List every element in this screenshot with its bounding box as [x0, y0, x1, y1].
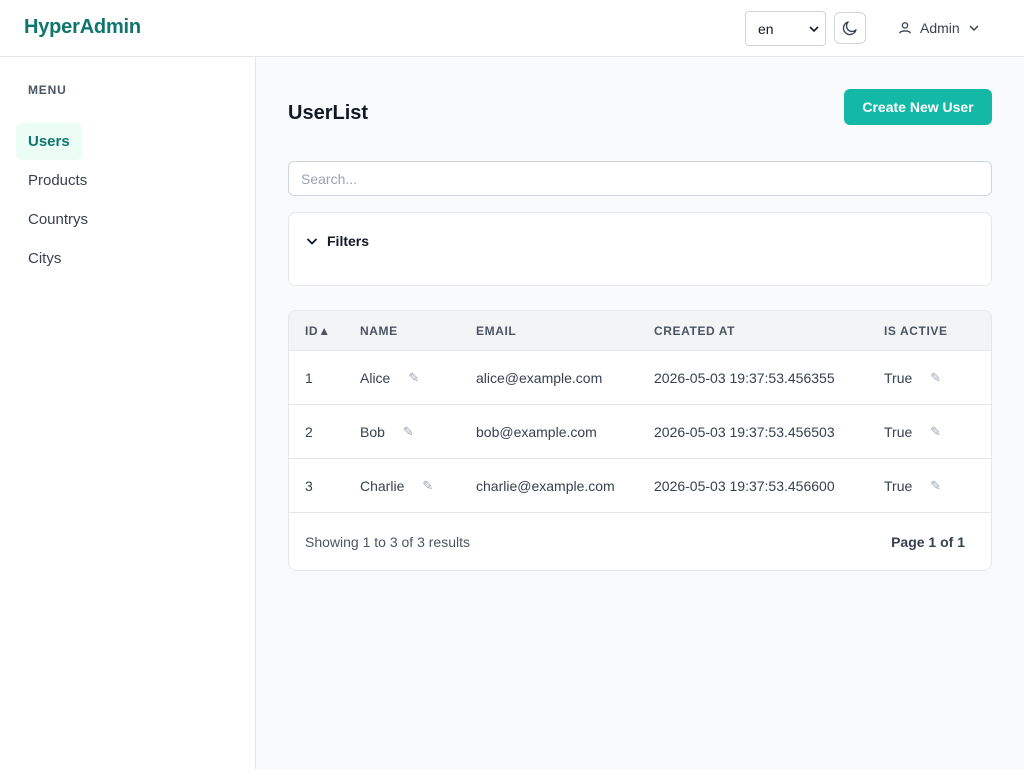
- column-header-name[interactable]: NAME: [360, 324, 398, 338]
- pencil-icon[interactable]: ✎: [930, 424, 941, 440]
- sidebar-item-citys[interactable]: Citys: [16, 240, 73, 277]
- filters-label: Filters: [327, 233, 370, 249]
- column-header-is-active[interactable]: IS ACTIVE: [884, 324, 948, 338]
- user-menu[interactable]: Admin: [886, 10, 992, 46]
- filters-toggle[interactable]: Filters: [305, 233, 369, 249]
- cell-is-active: True ✎: [884, 370, 941, 386]
- cell-id: 2: [305, 424, 313, 440]
- users-table: ID▲ NAME EMAIL CREATED AT IS ACTIVE 1 Al…: [288, 310, 992, 571]
- user-menu-label: Admin: [920, 20, 960, 36]
- user-icon: [899, 22, 911, 34]
- column-header-created-at[interactable]: CREATED AT: [654, 324, 735, 338]
- cell-is-active-value: True: [884, 424, 913, 440]
- chevron-down-icon: [969, 25, 979, 32]
- pencil-icon[interactable]: ✎: [408, 370, 419, 386]
- pencil-icon[interactable]: ✎: [403, 424, 414, 440]
- language-value: en: [758, 20, 774, 37]
- table-row: 3 Charlie ✎ charlie@example.com 2026-05-…: [289, 459, 991, 513]
- filters-panel: Filters: [288, 212, 992, 286]
- pencil-icon[interactable]: ✎: [422, 478, 433, 494]
- results-summary: Showing 1 to 3 of 3 results: [305, 534, 470, 550]
- cell-email: charlie@example.com: [476, 478, 615, 494]
- table-row: 1 Alice ✎ alice@example.com 2026-05-03 1…: [289, 351, 991, 405]
- cell-name: Bob ✎: [360, 424, 414, 440]
- moon-icon: [842, 21, 857, 36]
- column-header-email[interactable]: EMAIL: [476, 324, 516, 338]
- pencil-icon[interactable]: ✎: [930, 478, 941, 494]
- table-header: ID▲ NAME EMAIL CREATED AT IS ACTIVE: [289, 311, 991, 351]
- cell-name: Charlie ✎: [360, 478, 433, 494]
- cell-id: 3: [305, 478, 313, 494]
- theme-toggle-button[interactable]: [834, 12, 866, 44]
- cell-email: bob@example.com: [476, 424, 597, 440]
- search-input[interactable]: [288, 161, 992, 196]
- sidebar: MENU Users Products Countrys Citys: [0, 57, 256, 769]
- cell-created-at: 2026-05-03 19:37:53.456600: [654, 478, 835, 494]
- create-user-button[interactable]: Create New User: [844, 89, 992, 125]
- menu-heading: MENU: [28, 83, 67, 97]
- column-header-id[interactable]: ID▲: [305, 324, 331, 338]
- page-title: UserList: [288, 102, 369, 124]
- language-select[interactable]: en: [745, 11, 826, 46]
- cell-email: alice@example.com: [476, 370, 603, 386]
- sidebar-item-countrys[interactable]: Countrys: [16, 201, 100, 238]
- sidebar-item-products[interactable]: Products: [16, 162, 99, 199]
- cell-id: 1: [305, 370, 313, 386]
- cell-created-at: 2026-05-03 19:37:53.456355: [654, 370, 835, 386]
- cell-is-active: True ✎: [884, 478, 941, 494]
- cell-name-value: Charlie: [360, 478, 405, 494]
- pagination-info: Page 1 of 1: [891, 534, 965, 550]
- main-content: UserList Create New User Filters ID▲ NAM…: [256, 57, 1024, 769]
- chevron-down-icon: [306, 238, 318, 245]
- cell-is-active-value: True: [884, 370, 913, 386]
- table-row: 2 Bob ✎ bob@example.com 2026-05-03 19:37…: [289, 405, 991, 459]
- brand-logo[interactable]: HyperAdmin: [24, 16, 141, 39]
- top-bar: HyperAdmin en Admin: [0, 0, 1024, 57]
- cell-created-at: 2026-05-03 19:37:53.456503: [654, 424, 835, 440]
- chevron-down-icon: [809, 25, 819, 32]
- cell-name: Alice ✎: [360, 370, 419, 386]
- pencil-icon[interactable]: ✎: [930, 370, 941, 386]
- cell-name-value: Bob: [360, 424, 385, 440]
- table-footer: Showing 1 to 3 of 3 results Page 1 of 1: [289, 513, 991, 570]
- cell-name-value: Alice: [360, 370, 391, 386]
- sidebar-item-users[interactable]: Users: [16, 123, 82, 160]
- cell-is-active: True ✎: [884, 424, 941, 440]
- cell-is-active-value: True: [884, 478, 913, 494]
